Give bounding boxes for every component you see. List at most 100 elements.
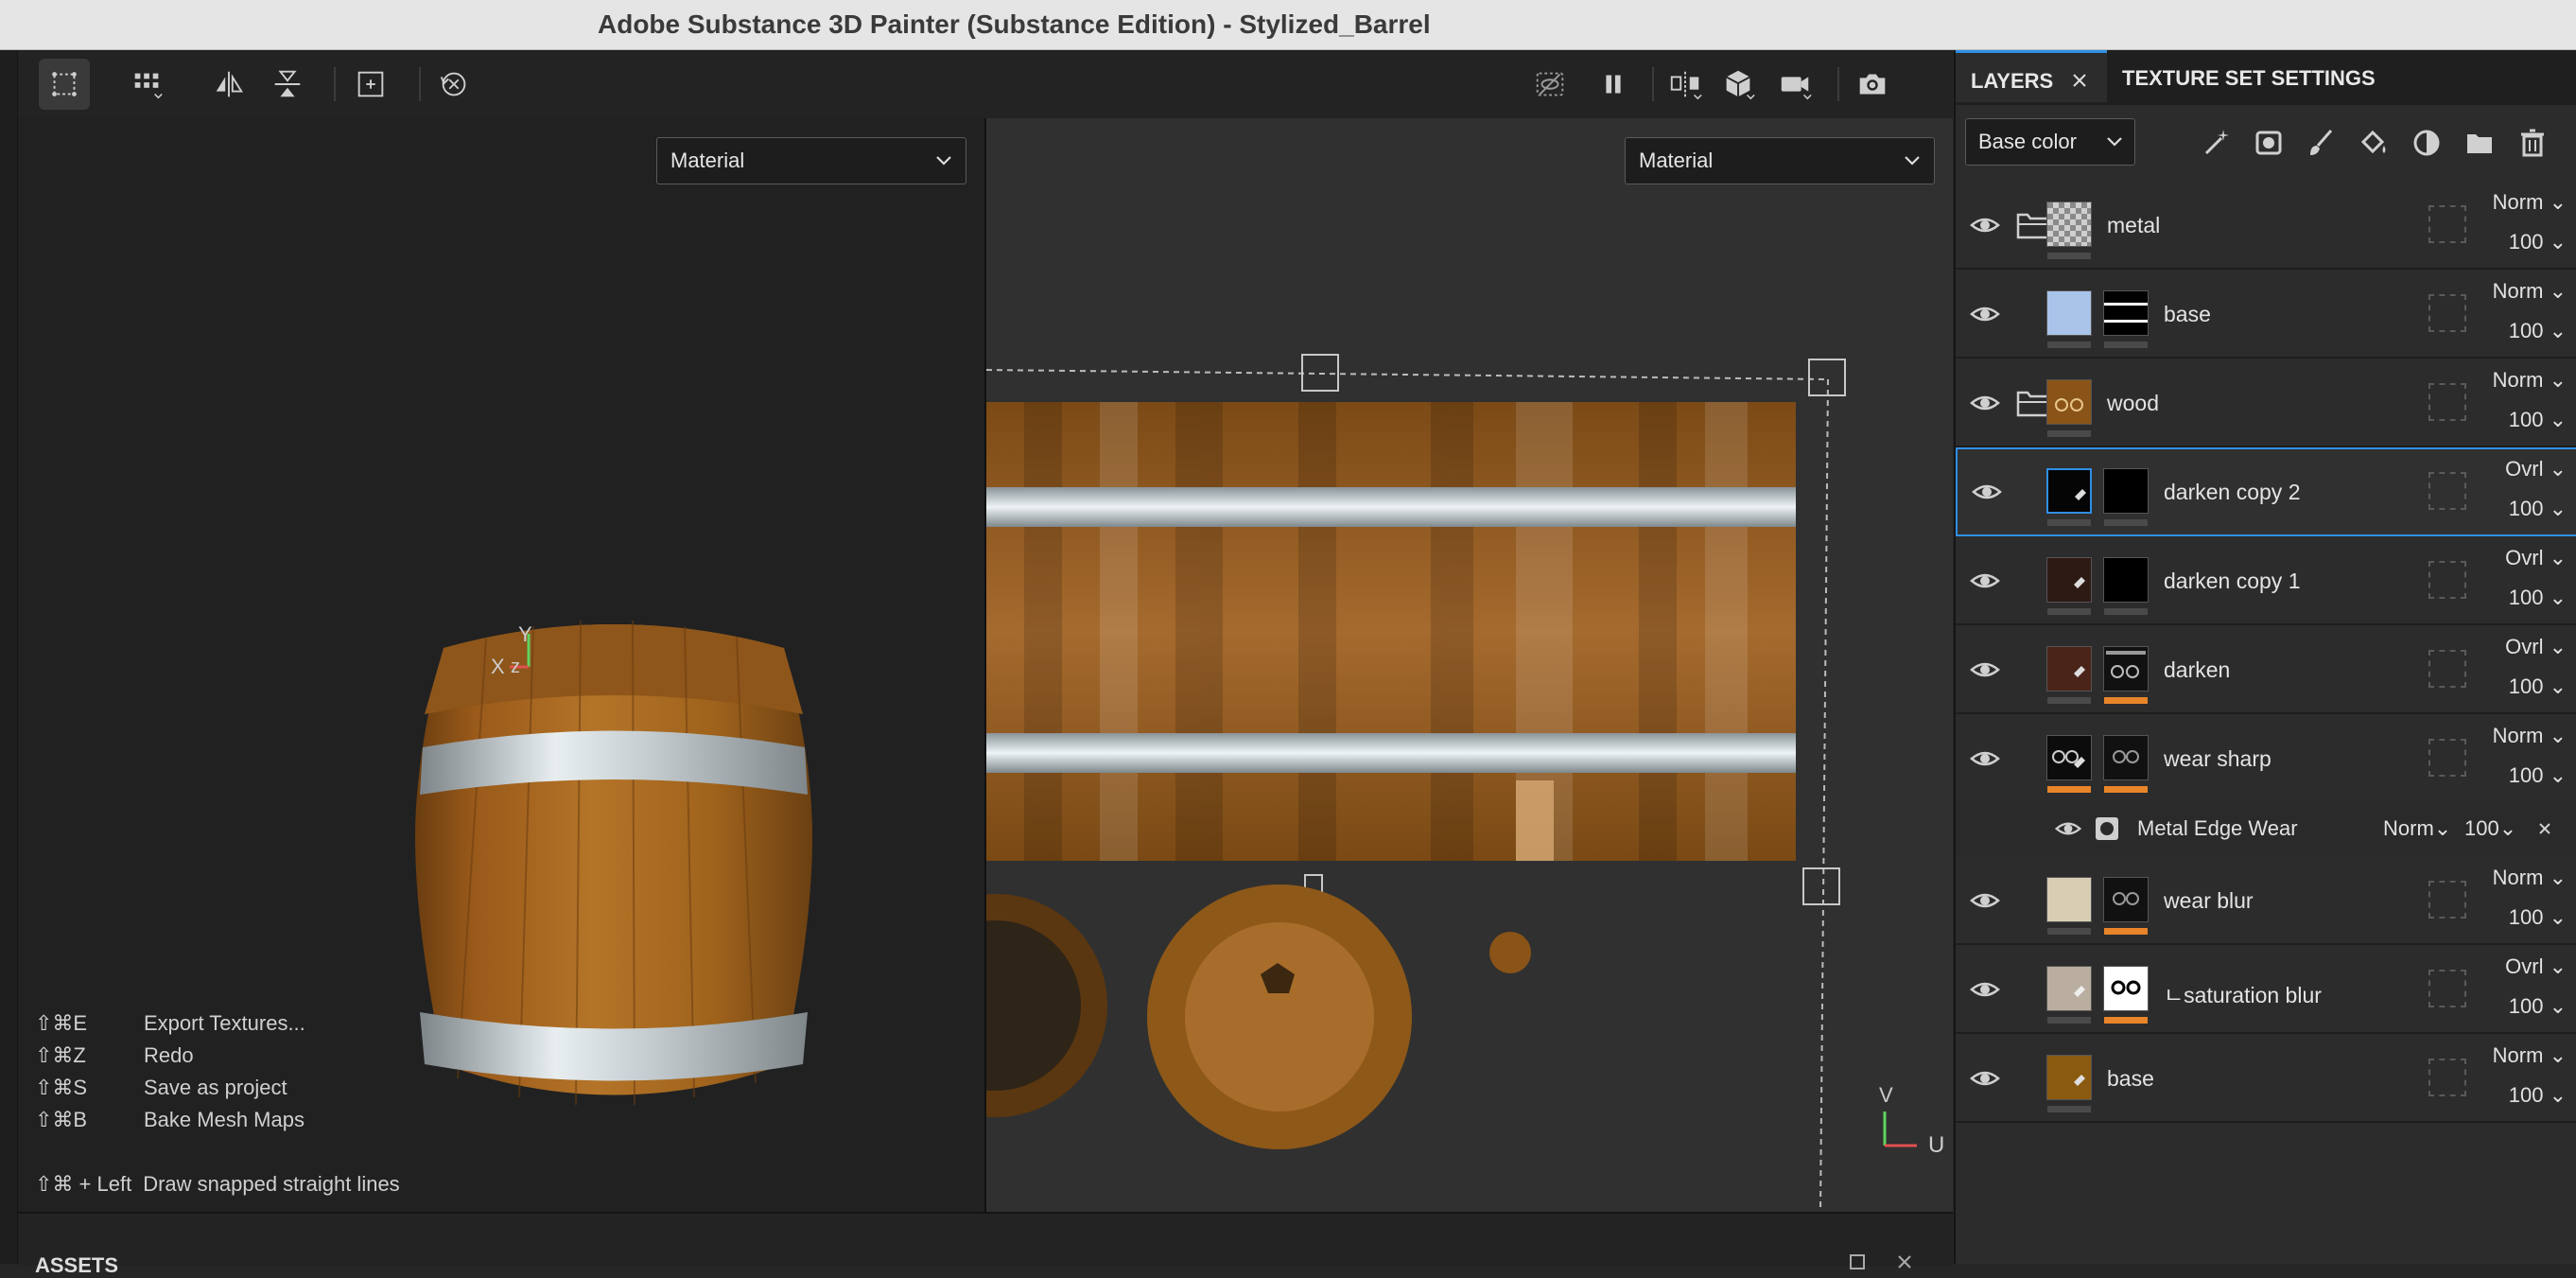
- close-icon[interactable]: [1896, 1253, 1913, 1270]
- layer-name: wear blur: [2164, 888, 2254, 913]
- layer-row[interactable]: wear blur Norm ⌄ 100 ⌄: [1956, 856, 2576, 945]
- close-icon[interactable]: [2071, 72, 2088, 89]
- channel-dropdown[interactable]: Base color: [1965, 118, 2135, 166]
- layer-row[interactable]: darken copy 1 Ovrl ⌄ 100 ⌄: [1956, 536, 2576, 625]
- hide-icon[interactable]: [1524, 59, 1575, 110]
- layer-row[interactable]: base Norm ⌄ 100 ⌄: [1956, 270, 2576, 359]
- mirror-icon[interactable]: [203, 59, 254, 110]
- eye-icon[interactable]: [2054, 814, 2082, 843]
- layer-row[interactable]: darken Ovrl ⌄ 100 ⌄: [1956, 625, 2576, 714]
- layer-row[interactable]: wood Norm ⌄ 100 ⌄: [1956, 359, 2576, 447]
- chevron-down-icon: [936, 156, 951, 166]
- layer-mask-slot[interactable]: [2428, 561, 2466, 599]
- paint-layer-icon[interactable]: [2302, 124, 2340, 162]
- viewport-3d[interactable]: Material Y X z ⇧⌘E Export Textures... ⇧⌘…: [18, 118, 984, 1212]
- reset-rotation-icon[interactable]: [428, 59, 479, 110]
- opacity-value[interactable]: 100 ⌄: [2485, 319, 2567, 343]
- opacity-value[interactable]: 100 ⌄: [2485, 994, 2567, 1019]
- axis-v-label: V: [1879, 1083, 1893, 1107]
- blend-mode-dropdown[interactable]: Ovrl ⌄: [2485, 457, 2567, 481]
- assets-panel-header[interactable]: ASSETS: [18, 1212, 1953, 1277]
- eye-icon[interactable]: [1969, 209, 2001, 241]
- axis-x-label: X: [491, 655, 505, 678]
- layer-row[interactable]: base Norm ⌄ 100 ⌄: [1956, 1034, 2576, 1123]
- layer-mask-slot[interactable]: [2428, 650, 2466, 688]
- magic-wand-icon[interactable]: [2198, 124, 2236, 162]
- viewport-2d-mode-dropdown[interactable]: Material: [1625, 137, 1935, 184]
- opacity-value[interactable]: 100 ⌄: [2485, 408, 2567, 432]
- close-icon[interactable]: [2538, 822, 2551, 835]
- eye-icon[interactable]: [1969, 298, 2001, 330]
- tab-texture-set-settings[interactable]: TEXTURE SET SETTINGS: [2122, 50, 2376, 105]
- blend-mode-dropdown[interactable]: Ovrl ⌄: [2485, 546, 2567, 570]
- eye-icon[interactable]: [1969, 1062, 2001, 1094]
- trash-icon[interactable]: [2514, 124, 2551, 162]
- effect-blend-dropdown[interactable]: Norm⌄: [2383, 816, 2451, 841]
- mask-effect-row[interactable]: Metal Edge Wear Norm⌄ 100⌄: [1956, 801, 2576, 858]
- opacity-value[interactable]: 100 ⌄: [2485, 905, 2567, 930]
- blend-mode-dropdown[interactable]: Ovrl ⌄: [2485, 635, 2567, 659]
- grid-icon[interactable]: [122, 59, 173, 110]
- layer-mask-slot[interactable]: [2428, 881, 2466, 919]
- assets-title: ASSETS: [35, 1253, 119, 1277]
- eye-icon[interactable]: [1969, 387, 2001, 419]
- eye-icon[interactable]: [1969, 884, 2001, 917]
- screenshot-icon[interactable]: [1847, 59, 1898, 110]
- camera-icon[interactable]: [1769, 59, 1820, 110]
- layer-mask-slot[interactable]: [2428, 205, 2466, 243]
- mask-icon[interactable]: [2408, 124, 2445, 162]
- blend-mode-dropdown[interactable]: Norm ⌄: [2485, 279, 2567, 304]
- blend-mode-dropdown[interactable]: Norm ⌄: [2485, 724, 2567, 748]
- opacity-value[interactable]: 100 ⌄: [2485, 763, 2567, 788]
- fit-icon[interactable]: [345, 59, 396, 110]
- layer-row[interactable]: wear sharp Norm ⌄ 100 ⌄: [1956, 714, 2576, 801]
- blend-mode-dropdown[interactable]: Norm ⌄: [2485, 368, 2567, 393]
- eye-icon[interactable]: [1969, 743, 2001, 775]
- blend-mode-dropdown[interactable]: Norm ⌄: [2485, 190, 2567, 215]
- viewport-2d[interactable]: Material V U: [986, 118, 1953, 1212]
- layer-thumbnail: [2046, 468, 2092, 514]
- eye-icon[interactable]: [1971, 476, 2003, 508]
- cube-icon[interactable]: [1713, 59, 1764, 110]
- maximize-icon[interactable]: [1849, 1253, 1866, 1270]
- pause-icon[interactable]: [1588, 59, 1639, 110]
- folder-icon[interactable]: [2461, 124, 2498, 162]
- fill-layer-icon[interactable]: [2355, 124, 2393, 162]
- layer-mask-slot[interactable]: [2428, 1059, 2466, 1096]
- layer-name: base: [2107, 1066, 2154, 1091]
- symmetry-icon[interactable]: [1660, 59, 1711, 110]
- smart-mask-icon[interactable]: [2251, 124, 2289, 162]
- folder-icon[interactable]: [2016, 389, 2050, 417]
- layer-thumbnail: [2046, 966, 2092, 1011]
- effect-opacity-value[interactable]: 100⌄: [2464, 816, 2516, 841]
- select-tool-icon[interactable]: [39, 59, 90, 110]
- layer-row[interactable]: ㄴsaturation blur Ovrl ⌄ 100 ⌄: [1956, 945, 2576, 1034]
- layer-thumbnail: [2046, 557, 2092, 603]
- layer-mask-slot[interactable]: [2428, 739, 2466, 777]
- blend-mode-dropdown[interactable]: Norm ⌄: [2485, 1043, 2567, 1068]
- blend-mode-dropdown[interactable]: Ovrl ⌄: [2485, 954, 2567, 979]
- layer-mask-slot[interactable]: [2428, 294, 2466, 332]
- blend-mode-dropdown[interactable]: Norm ⌄: [2485, 866, 2567, 890]
- split-icon[interactable]: [262, 59, 313, 110]
- eye-icon[interactable]: [1969, 565, 2001, 597]
- layer-row[interactable]: metal Norm ⌄ 100 ⌄: [1956, 181, 2576, 270]
- layer-name: darken: [2164, 657, 2231, 682]
- opacity-value[interactable]: 100 ⌄: [2485, 497, 2567, 521]
- layers-toolbar: Base color: [1956, 105, 2576, 183]
- viewport-toolbar: [18, 50, 1953, 118]
- opacity-value[interactable]: 100 ⌄: [2485, 674, 2567, 699]
- layer-row-selected[interactable]: darken copy 2 Ovrl ⌄ 100 ⌄: [1956, 447, 2576, 536]
- viewport-3d-mode-dropdown[interactable]: Material: [656, 137, 966, 184]
- layer-mask-slot[interactable]: [2428, 472, 2466, 510]
- folder-icon[interactable]: [2016, 211, 2050, 239]
- layer-mask-slot[interactable]: [2428, 970, 2466, 1007]
- layer-thumbnail: [2046, 290, 2092, 336]
- eye-icon[interactable]: [1969, 654, 2001, 686]
- opacity-value[interactable]: 100 ⌄: [2485, 230, 2567, 254]
- layer-mask-slot[interactable]: [2428, 383, 2466, 421]
- eye-icon[interactable]: [1969, 973, 2001, 1006]
- opacity-value[interactable]: 100 ⌄: [2485, 1083, 2567, 1108]
- tab-layers[interactable]: LAYERS: [1956, 50, 2107, 102]
- opacity-value[interactable]: 100 ⌄: [2485, 586, 2567, 610]
